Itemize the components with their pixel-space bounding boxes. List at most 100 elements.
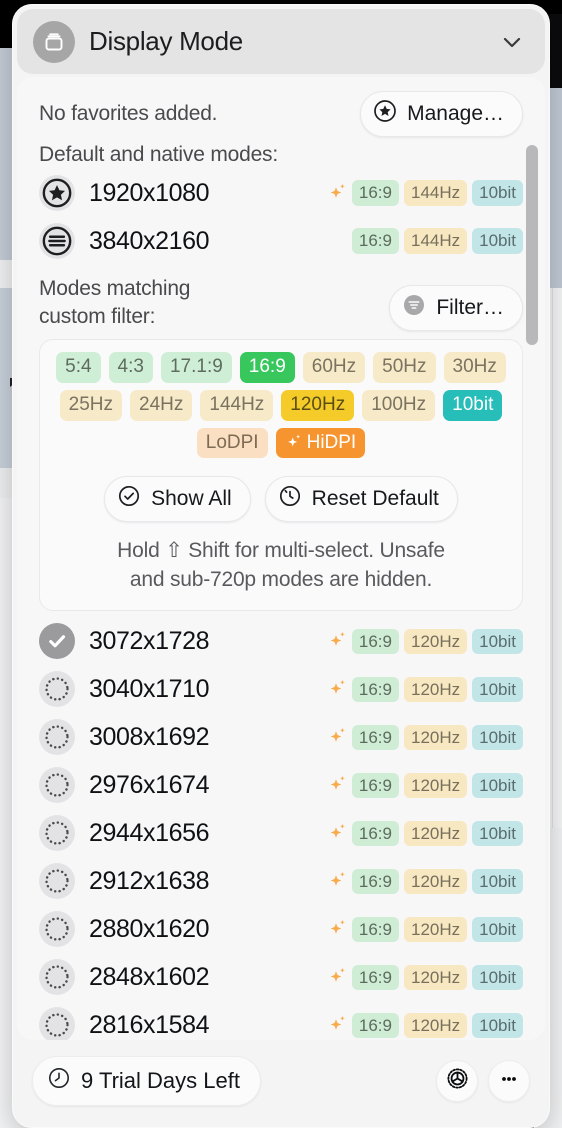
- unselected-circle-icon[interactable]: [39, 815, 75, 852]
- mode-tags: 16:9 120Hz 10bit: [327, 868, 523, 895]
- display-mode-panel: Display Mode No favorites added. Manage……: [12, 4, 550, 1128]
- tag-refresh-rate: 120Hz: [403, 916, 468, 943]
- filter-chip-30hz[interactable]: 30Hz: [443, 352, 506, 383]
- tag-aspect-ratio: 16:9: [351, 820, 399, 847]
- unselected-circle-icon[interactable]: [39, 1007, 75, 1040]
- mode-resolution-label: 2912x1638: [89, 866, 210, 895]
- default-modes-list: 1920x1080 16:9 144Hz 10bit 3840x2160 16:…: [39, 169, 523, 265]
- tag-color-depth: 10bit: [472, 1012, 523, 1039]
- modes-scroll-area[interactable]: No favorites added. Manage… Default and …: [17, 77, 545, 1040]
- filter-button[interactable]: Filter…: [389, 285, 523, 331]
- tag-color-depth: 10bit: [472, 820, 523, 847]
- mode-resolution-label: 3040x1710: [89, 674, 210, 703]
- unselected-circle-icon[interactable]: [39, 719, 75, 756]
- page-title: Display Mode: [89, 26, 243, 56]
- mode-results-list: 3072x1728 16:9 120Hz 10bit 3040x1710 16:…: [39, 617, 523, 1040]
- reset-default-label: Reset Default: [311, 487, 439, 511]
- star-icon[interactable]: [39, 175, 75, 211]
- mode-result-row[interactable]: 2944x1656 16:9 120Hz 10bit: [39, 809, 523, 857]
- filter-chip-hidpi[interactable]: HiDPI: [275, 427, 366, 459]
- reset-default-button[interactable]: Reset Default: [264, 476, 458, 523]
- tag-aspect-ratio: 16:9: [351, 724, 399, 751]
- mode-resolution-label: 1920x1080: [89, 178, 210, 207]
- unselected-circle-icon[interactable]: [39, 767, 75, 804]
- settings-button[interactable]: [436, 1060, 478, 1102]
- mode-result-row[interactable]: 3040x1710 16:9 120Hz 10bit: [39, 665, 523, 713]
- show-all-label: Show All: [151, 487, 232, 511]
- tag-aspect-ratio: 16:9: [351, 964, 399, 991]
- mode-result-row[interactable]: 2912x1638 16:9 120Hz 10bit: [39, 857, 523, 905]
- mode-resolution-label: 2816x1584: [89, 1010, 210, 1039]
- mode-tags: 16:9 120Hz 10bit: [327, 916, 523, 943]
- favorites-empty-text: No favorites added.: [39, 102, 218, 125]
- filter-chip-16-9[interactable]: 16:9: [239, 352, 295, 383]
- manage-favorites-label: Manage…: [407, 102, 504, 125]
- filter-chip-10bit[interactable]: 10bit: [443, 389, 503, 421]
- clock-icon: [47, 1066, 71, 1096]
- filter-chip-4-3[interactable]: 4:3: [108, 352, 153, 383]
- more-options-button[interactable]: [488, 1060, 530, 1102]
- mode-tags: 16:9 120Hz 10bit: [327, 772, 523, 799]
- tag-refresh-rate: 120Hz: [403, 676, 468, 703]
- unselected-circle-icon[interactable]: [39, 671, 75, 708]
- mode-resolution-label: 3840x2160: [89, 226, 210, 255]
- filter-chip-5-4[interactable]: 5:4: [56, 352, 101, 383]
- lines-icon[interactable]: [39, 223, 75, 259]
- tag-color-depth: 10bit: [472, 964, 523, 991]
- mode-result-row[interactable]: 2976x1674 16:9 120Hz 10bit: [39, 761, 523, 809]
- mode-tags: 16:9 144Hz 10bit: [327, 180, 523, 206]
- filter-chip-50hz[interactable]: 50Hz: [373, 352, 436, 383]
- sparkle-icon: [327, 966, 347, 988]
- favorites-row: No favorites added. Manage…: [39, 91, 523, 137]
- mode-tags: 16:9 120Hz 10bit: [327, 820, 523, 847]
- mode-resolution-label: 2880x1620: [89, 914, 210, 943]
- mode-result-row[interactable]: 2880x1620 16:9 120Hz 10bit: [39, 905, 523, 953]
- tag-aspect-ratio: 16:9: [351, 868, 399, 895]
- chevron-down-icon[interactable]: [497, 27, 527, 57]
- filter-chip-lodpi[interactable]: LoDPI: [196, 427, 268, 459]
- manage-favorites-button[interactable]: Manage…: [360, 91, 523, 137]
- unselected-circle-icon[interactable]: [39, 911, 75, 948]
- tag-refresh-rate: 144Hz: [403, 228, 468, 254]
- default-mode-row[interactable]: 1920x1080 16:9 144Hz 10bit: [39, 169, 523, 217]
- tag-color-depth: 10bit: [472, 724, 523, 751]
- unselected-circle-icon[interactable]: [39, 959, 75, 996]
- panel-header[interactable]: Display Mode: [17, 9, 545, 74]
- trial-days-button[interactable]: 9 Trial Days Left: [32, 1056, 261, 1106]
- filter-chip-144hz[interactable]: 144Hz: [200, 389, 274, 421]
- filter-chip-row: 5:4 4:3 17.1:9 16:9 60Hz 50Hz 30Hz: [56, 352, 506, 383]
- tag-refresh-rate: 120Hz: [403, 628, 468, 655]
- default-mode-row[interactable]: 3840x2160 16:9 144Hz 10bit: [39, 217, 523, 265]
- filter-icon: [402, 293, 426, 323]
- ellipsis-icon: [496, 1066, 522, 1097]
- scrollbar-track[interactable]: [526, 83, 538, 1034]
- mode-result-row[interactable]: 2816x1584 16:9 120Hz 10bit: [39, 1001, 523, 1040]
- mode-result-row[interactable]: 3008x1692 16:9 120Hz 10bit: [39, 713, 523, 761]
- filter-chip-rows: 5:4 4:3 17.1:9 16:9 60Hz 50Hz 30Hz 25Hz 24Hz 144H…: [52, 352, 510, 459]
- scrollbar-thumb[interactable]: [526, 145, 538, 345]
- show-all-button[interactable]: Show All: [104, 476, 251, 523]
- tag-aspect-ratio: 16:9: [351, 676, 399, 703]
- filter-chip-25hz[interactable]: 25Hz: [59, 389, 123, 421]
- unselected-circle-icon[interactable]: [39, 863, 75, 900]
- mode-result-row[interactable]: 2848x1602 16:9 120Hz 10bit: [39, 953, 523, 1001]
- filter-chip-17-1-9[interactable]: 17.1:9: [160, 352, 232, 383]
- filter-chip-24hz[interactable]: 24Hz: [130, 389, 193, 421]
- filter-chip-120hz[interactable]: 120Hz: [281, 389, 355, 421]
- mode-resolution-label: 2944x1656: [89, 818, 210, 847]
- tag-aspect-ratio: 16:9: [351, 628, 399, 655]
- tag-color-depth: 10bit: [472, 772, 523, 799]
- sparkle-icon: [327, 630, 347, 652]
- sparkle-icon: [327, 870, 347, 892]
- mode-result-row[interactable]: 3072x1728 16:9 120Hz 10bit: [39, 617, 523, 665]
- star-icon: [373, 99, 397, 129]
- sparkle-icon: [327, 726, 347, 748]
- tag-aspect-ratio: 16:9: [351, 772, 399, 799]
- filter-chip-100hz[interactable]: 100Hz: [362, 389, 436, 421]
- selected-check-icon[interactable]: [39, 623, 75, 660]
- filter-chip-row: 25Hz 24Hz 144Hz 120Hz 100Hz 10bit: [59, 389, 503, 421]
- sparkle-icon: [285, 433, 302, 452]
- filter-chip-60hz[interactable]: 60Hz: [302, 352, 366, 383]
- tag-aspect-ratio: 16:9: [351, 916, 399, 943]
- tag-refresh-rate: 120Hz: [403, 868, 468, 895]
